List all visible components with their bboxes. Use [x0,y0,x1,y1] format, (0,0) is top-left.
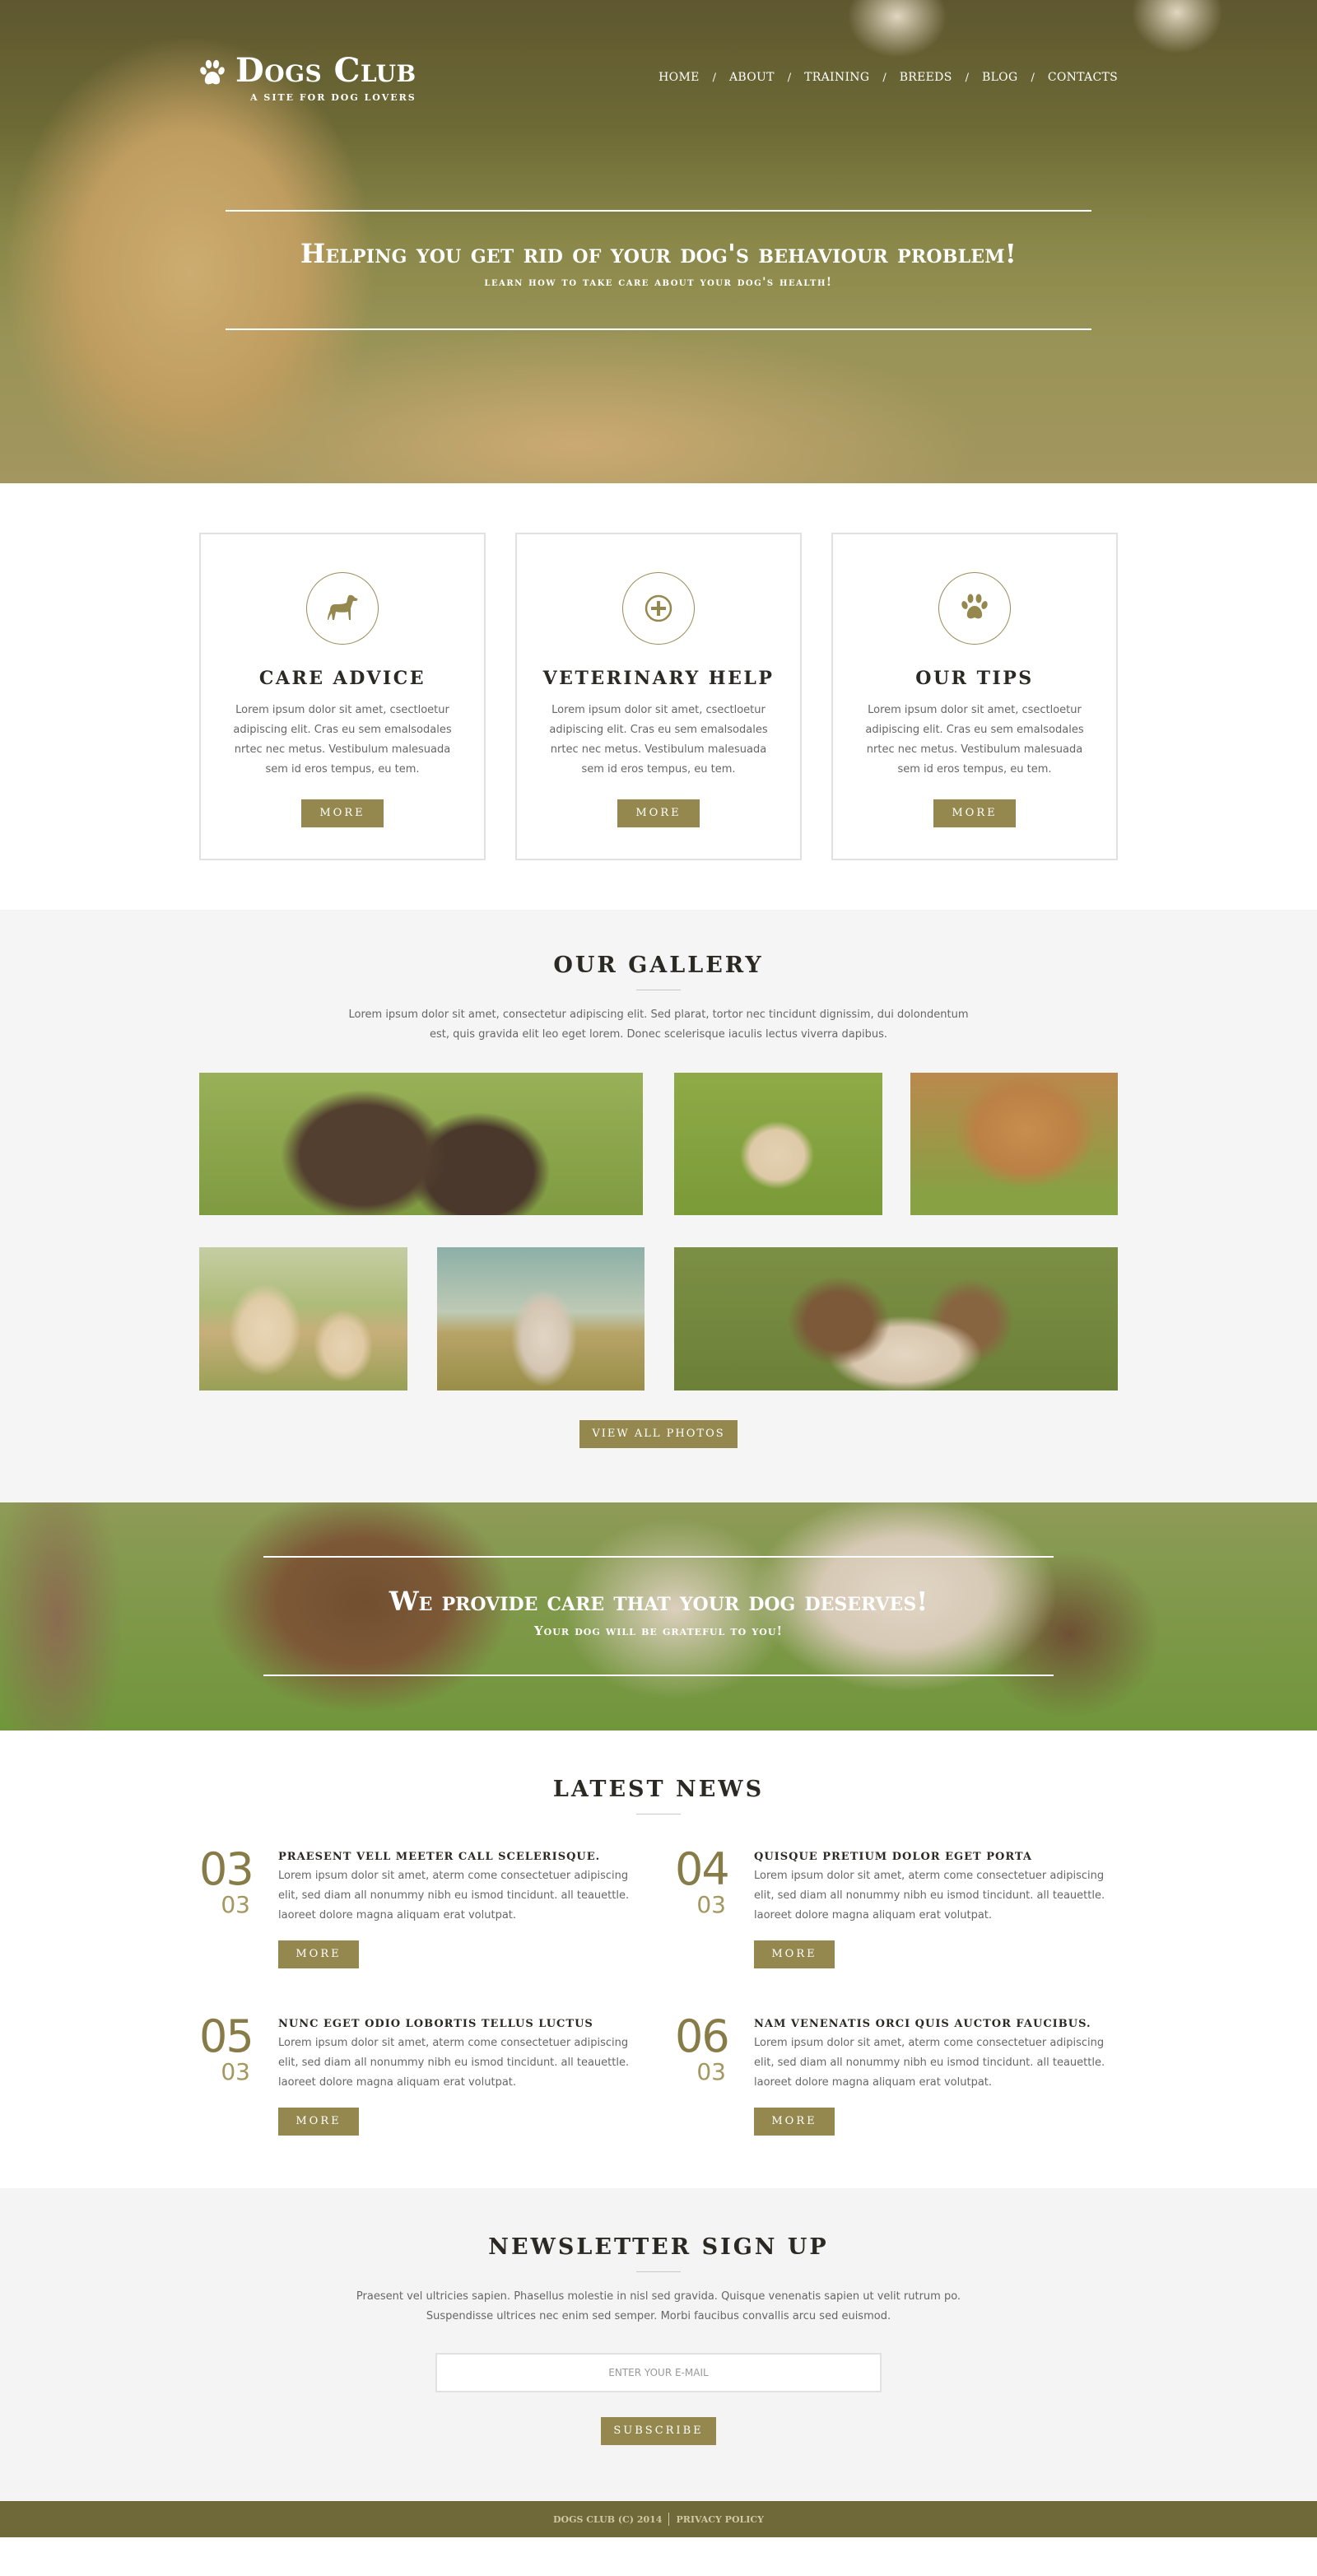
gallery-photo-husky-puppy[interactable] [437,1247,645,1390]
care-advice-more-button[interactable]: MORE [301,799,384,827]
gallery-title: OUR GALLERY [553,953,764,978]
our-tips-more-button[interactable]: MORE [933,799,1016,827]
nav-separator: / [712,71,716,84]
care-banner: We provide care that your dog deserves! … [0,1502,1317,1731]
news-more-button[interactable]: MORE [754,2108,835,2136]
news-day: 04 [675,1843,730,1895]
feature-card-care-advice: CARE ADVICE Lorem ipsum dolor sit amet, … [199,533,486,860]
nav-about[interactable]: ABOUT [729,71,775,84]
feature-title: CARE ADVICE [258,668,426,689]
banner-title: We provide care that your dog deserves! [389,1586,928,1617]
banner-subtitle: Your dog will be grateful to you! [533,1623,784,1638]
gallery-photo-black-puppies[interactable] [199,1073,643,1215]
paw-icon [961,594,988,619]
footer-divider [668,2513,670,2526]
main-nav: HOME / ABOUT / TRAINING / BREEDS / BLOG … [658,71,1118,84]
news-more-button[interactable]: MORE [278,2108,359,2136]
news-month: 03 [221,2058,250,2085]
news-day: 05 [199,2010,254,2062]
newsletter-description: Praesent vel ultricies sapien. Phasellus… [356,2290,961,2322]
feature-title: OUR TIPS [915,668,1034,689]
hero-section: Dogs Club A SITE FOR DOG LOVERS HOME / A… [0,0,1317,483]
news-item-title[interactable]: QUISQUE PRETIUM DOLOR EGET PORTA [754,1851,1118,1863]
feature-text: Lorem ipsum dolor sit amet, csectloetur … [233,704,452,776]
news-month: 03 [221,1891,250,1918]
news-item-title[interactable]: NUNC EGET ODIO LOBORTIS TELLUS LUCTUS [278,2018,642,2030]
latest-news-section: LATEST NEWS 03 03 PRAESENT VELL MEETER C… [0,1731,1317,2188]
news-item-title[interactable]: PRAESENT VELL MEETER CALL SCELERISQUE. [278,1851,642,1863]
gallery-photo-golden-puppy[interactable] [674,1073,882,1215]
news-item-text: Lorem ipsum dolor sit amet, aterm come c… [278,2037,630,2089]
news-item: 06 03 NAM VENENATIS ORCI QUIS AUCTOR FAU… [675,2015,1118,2136]
logo-tagline: A SITE FOR DOG LOVERS [250,92,417,103]
gallery-description: Lorem ipsum dolor sit amet, consectetur … [348,1009,969,1041]
newsletter-section: NEWSLETTER SIGN UP Praesent vel ultricie… [0,2188,1317,2501]
news-item: 03 03 PRAESENT VELL MEETER CALL SCELERIS… [199,1847,642,1968]
feature-text: Lorem ipsum dolor sit amet, csectloetur … [865,704,1084,776]
care-banner-box: We provide care that your dog deserves! … [263,1556,1054,1676]
news-month: 03 [696,2058,726,2085]
feature-icon-circle [306,572,379,645]
nav-blog[interactable]: BLOG [982,71,1017,84]
dog-icon [328,594,358,620]
news-item: 05 03 NUNC EGET ODIO LOBORTIS TELLUS LUC… [199,2015,642,2136]
gallery-photo-shih-tzu[interactable] [674,1247,1118,1390]
hero-subtitle: learn how to take care about your dog's … [484,276,833,289]
gallery-section: OUR GALLERY Lorem ipsum dolor sit amet, … [0,910,1317,1502]
news-more-button[interactable]: MORE [754,1940,835,1968]
hero-banner-box: Helping you get rid of your dog's behavi… [226,210,1091,330]
news-month: 03 [696,1891,726,1918]
news-date: 06 03 [675,2015,754,2136]
hero-title: Helping you get rid of your dog's behavi… [300,238,1017,269]
news-grid: 03 03 PRAESENT VELL MEETER CALL SCELERIS… [199,1847,1118,2136]
nav-separator: / [1031,71,1035,84]
view-all-photos-button[interactable]: VIEW ALL PHOTOS [579,1420,738,1448]
news-item-text: Lorem ipsum dolor sit amet, aterm come c… [278,1870,630,1922]
nav-home[interactable]: HOME [658,71,699,84]
medical-cross-icon [645,594,672,622]
feature-title: VETERINARY HELP [542,668,775,689]
newsletter-title: NEWSLETTER SIGN UP [488,2234,829,2260]
news-more-button[interactable]: MORE [278,1940,359,1968]
news-day: 03 [199,1843,254,1895]
news-date: 04 03 [675,1847,754,1968]
news-title: LATEST NEWS [552,1777,765,1802]
subscribe-button[interactable]: SUBSCRIBE [601,2417,716,2445]
news-date: 05 03 [199,2015,278,2136]
site-logo[interactable]: Dogs Club A SITE FOR DOG LOVERS [199,53,417,103]
footer-copyright: DOGS CLUB (C) 2014 [552,2513,663,2525]
logo-title: Dogs Club [235,51,417,90]
feature-card-veterinary-help: VETERINARY HELP Lorem ipsum dolor sit am… [515,533,802,860]
news-day: 06 [675,2010,730,2062]
footer: DOGS CLUB (C) 2014 PRIVACY POLICY [0,2501,1317,2537]
gallery-photo-retriever-ball[interactable] [910,1073,1118,1215]
nav-breeds[interactable]: BREEDS [900,71,952,84]
paw-icon [200,59,225,85]
feature-card-our-tips: OUR TIPS Lorem ipsum dolor sit amet, cse… [831,533,1118,860]
privacy-policy-link[interactable]: PRIVACY POLICY [676,2514,764,2525]
veterinary-help-more-button[interactable]: MORE [617,799,700,827]
email-input[interactable] [435,2353,882,2392]
news-item-text: Lorem ipsum dolor sit amet, aterm come c… [754,1870,1105,1922]
feature-text: Lorem ipsum dolor sit amet, csectloetur … [549,704,768,776]
nav-separator: / [787,71,792,84]
feature-icon-circle [938,572,1011,645]
news-item-text: Lorem ipsum dolor sit amet, aterm come c… [754,2037,1105,2089]
feature-icon-circle [622,572,695,645]
nav-training[interactable]: TRAINING [804,71,869,84]
title-divider [636,2271,681,2272]
news-item: 04 03 QUISQUE PRETIUM DOLOR EGET PORTA L… [675,1847,1118,1968]
nav-separator: / [882,71,887,84]
features-section: CARE ADVICE Lorem ipsum dolor sit amet, … [0,483,1317,910]
nav-contacts[interactable]: CONTACTS [1048,71,1118,84]
news-date: 03 03 [199,1847,278,1968]
news-item-title[interactable]: NAM VENENATIS ORCI QUIS AUCTOR FAUCIBUS. [754,2018,1118,2030]
nav-separator: / [965,71,969,84]
gallery-photo-labrador-puppies[interactable] [199,1247,407,1390]
gallery-grid [199,1073,1118,1390]
